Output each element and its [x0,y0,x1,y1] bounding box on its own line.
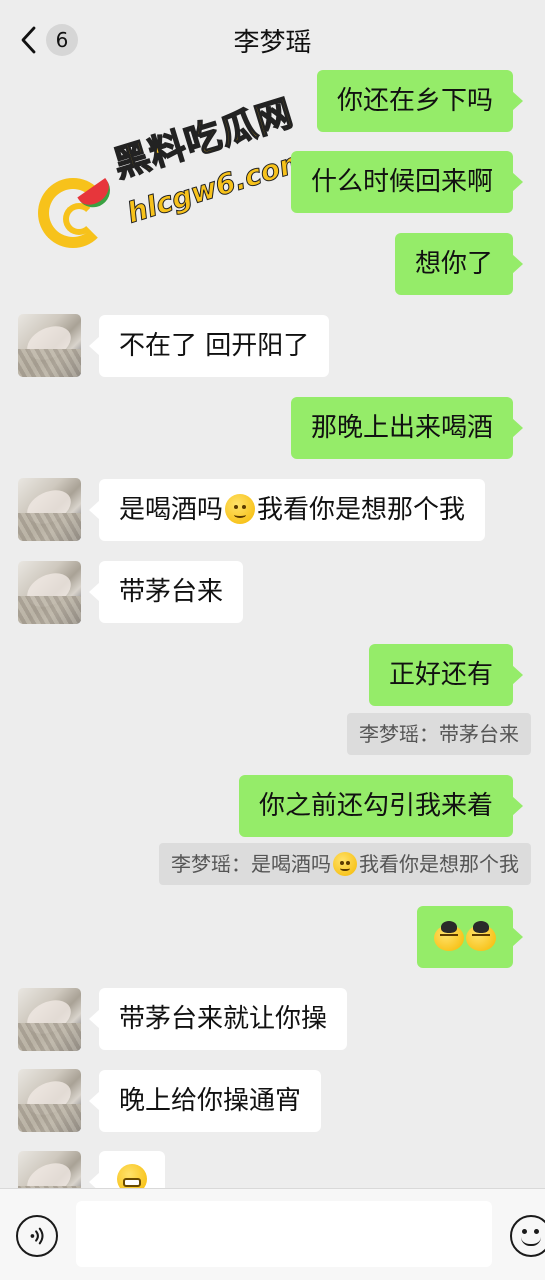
emoji-button[interactable] [510,1215,545,1257]
facepalm-emoji-icon [466,921,496,951]
watermark: 黑料吃瓜网 hlcgw6.com [38,92,318,250]
avatar[interactable] [18,1069,81,1132]
chat-title: 李梦瑶 [233,28,312,58]
watermark-site-name: 黑料吃瓜网 [108,92,298,187]
quote-text: 李梦瑶：是喝酒吗 [171,852,331,876]
voice-button[interactable] [16,1215,58,1257]
quoted-message[interactable]: 李梦瑶：带茅台来 [347,713,531,755]
chat-header: 6 李梦瑶 [0,0,545,78]
smile-emoji-icon [333,852,357,876]
message-bubble-outgoing[interactable]: 什么时候回来啊 [290,151,524,213]
message-bubble-incoming[interactable]: 是喝酒吗 我看你是想那个我 [88,479,486,541]
voice-icon [30,1227,44,1245]
emoji-icon [521,1237,541,1246]
watermelon-icon [77,178,117,214]
message-bubble-outgoing[interactable]: 你之前还勾引我来着 [238,775,524,837]
message-bubble-outgoing[interactable] [417,906,523,968]
quoted-message[interactable]: 李梦瑶：是喝酒吗 我看你是想那个我 [159,843,531,885]
avatar[interactable] [18,561,81,624]
message-bubble-outgoing[interactable]: 想你了 [394,233,524,295]
watermark-logo-icon [38,178,108,248]
avatar[interactable] [18,988,81,1051]
avatar[interactable] [18,478,81,541]
quote-text: 我看你是想那个我 [359,852,519,876]
avatar[interactable] [18,314,81,377]
message-bubble-outgoing[interactable]: 那晚上出来喝酒 [290,397,524,459]
input-bar [0,1188,545,1280]
watermark-url: hlcgw6.com [123,143,313,230]
message-text: 我看你是想那个我 [257,495,466,525]
facepalm-emoji-icon [434,921,464,951]
message-bubble-incoming[interactable]: 带茅台来 [88,561,244,623]
message-text: 是喝酒吗 [119,495,224,525]
message-input[interactable] [76,1201,492,1267]
message-bubble-incoming[interactable]: 晚上给你操通宵 [88,1070,322,1132]
message-bubble-outgoing[interactable]: 你还在乡下吗 [316,70,524,132]
message-bubble-incoming[interactable]: 带茅台来就让你操 [88,988,348,1050]
smile-emoji-icon [225,494,256,524]
message-bubble-incoming[interactable]: 不在了 回开阳了 [88,315,330,377]
message-bubble-outgoing[interactable]: 正好还有 [368,644,524,706]
